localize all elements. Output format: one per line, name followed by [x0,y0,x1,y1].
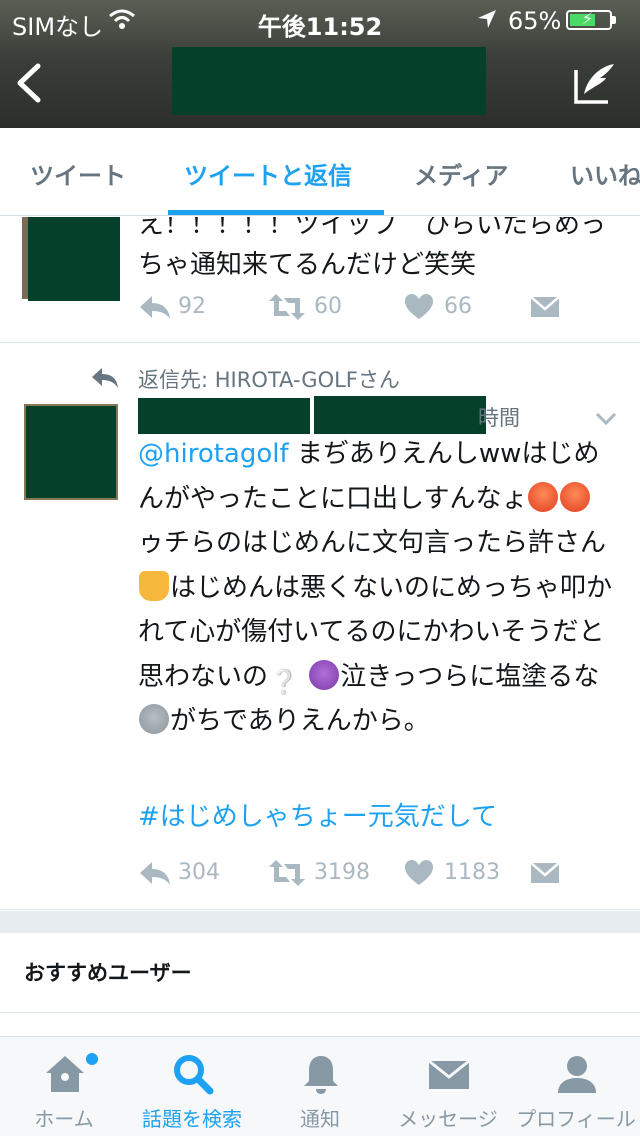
reply-count: 304 [178,860,220,885]
redacted-avatar[interactable] [26,406,116,498]
tab-likes[interactable]: いいね [570,156,640,191]
tab-bar-label: メッセージ [398,1107,498,1131]
tweet[interactable]: え！！！！！ツイップ ひらいたらめっ ちゃ通知来てるんだけど笑笑 92 60 6… [0,217,640,343]
alien-emoji-icon [139,704,169,734]
retweet-count: 3198 [314,860,370,885]
charging-bolt-icon: ⚡ [582,9,594,28]
reply-context[interactable]: 返信先: HIROTA-GOLFさん [138,364,400,394]
devil-emoji-icon [309,659,340,690]
tab-bar-profile[interactable]: プロフィール [512,1037,640,1136]
redacted-profile-name [172,47,486,115]
hashtag-link[interactable]: #はじめしゃちょー元気だして [138,796,497,833]
envelope-icon [530,296,560,317]
recommended-users-section: おすすめユーザー [0,933,640,1013]
tweet-text-part: がちでありえんから。 [170,706,430,736]
angry-face-emoji-icon [528,481,559,512]
envelope-icon [530,862,560,883]
envelope-icon [428,1059,470,1089]
tweet-text: え！！！！！ツイップ ひらいたらめっ ちゃ通知来てるんだけど笑笑 [138,217,618,285]
compose-tweet-button[interactable] [572,60,618,106]
like-count: 1183 [444,860,500,885]
tweet-timestamp: 時間 [478,406,520,430]
tab-tweets-and-replies[interactable]: ツイートと返信 [184,156,352,191]
tab-bar-notifications[interactable]: 通知 [256,1037,384,1136]
bottom-tab-bar: ホーム 話題を検索 通知 メッセージ プロフィール [0,1036,640,1136]
redacted-display-name[interactable] [138,398,310,434]
home-icon [46,1056,84,1092]
tab-media[interactable]: メディア [414,156,508,191]
tab-bar-label: プロフィール [516,1107,636,1131]
profile-header: SIMなし 午後11:52 65% ⚡ [0,0,640,128]
reply-icon [140,296,170,319]
tweet-text-line: え！！！！！ツイップ ひらいたらめっ [138,217,607,240]
battery-icon: ⚡ [566,9,612,30]
tab-bar-search[interactable]: 話題を検索 [128,1037,256,1136]
profile-icon [558,1056,596,1093]
tweet-text: @hirotagolf まぢありえんしwwはじめんがやったことに口出しすんなょゥ… [138,432,616,744]
profile-tabs: ツイート ツイートと返信 メディア いいね [0,128,640,216]
search-icon [174,1055,214,1095]
question-mark-emoji-icon: ❔ [269,667,299,696]
section-divider [0,911,640,933]
heart-icon [405,860,433,885]
reply-context-icon [92,368,118,388]
tweet-text-part: ゥチらのはじめんに文句言ったら許さん [138,528,607,558]
heart-icon [405,294,433,319]
bell-icon [304,1056,338,1094]
tweet-actions: 304 3198 1183 [138,854,598,894]
app-screen: SIMなし 午後11:52 65% ⚡ ツイート ツイートと返信 メディア いい… [0,0,640,1136]
battery-tip [612,16,616,24]
tweet-actions: 92 60 66 [138,288,598,328]
tab-bar-home[interactable]: ホーム [0,1037,128,1136]
notification-dot [86,1053,98,1065]
thumbs-down-emoji-icon [139,570,169,601]
tab-bar-label: 通知 [300,1107,340,1131]
chevron-down-icon[interactable] [594,410,618,428]
angry-face-emoji-icon [560,481,591,512]
retweet-icon [269,294,305,320]
tweet-text-line: ちゃ通知来てるんだけど笑笑 [138,250,477,280]
tweet[interactable]: 返信先: HIROTA-GOLFさん 時間 @hirotagolf まぢありえん… [0,344,640,910]
reply-icon [140,862,170,885]
active-tab-indicator [168,210,384,215]
tab-tweets[interactable]: ツイート [30,156,126,191]
back-button[interactable] [10,60,50,106]
redacted-avatar[interactable] [28,217,120,301]
tab-bar-label: ホーム [34,1107,94,1131]
reply-count: 92 [178,294,206,319]
like-count: 66 [444,294,472,319]
mention-link[interactable]: @hirotagolf [138,439,289,469]
section-title: おすすめユーザー [24,961,192,985]
status-bar: SIMなし 午後11:52 65% ⚡ [0,0,640,41]
location-arrow-icon [478,10,496,28]
battery-percent: 65% [508,7,562,35]
tab-bar-label: 話題を検索 [142,1107,242,1131]
retweet-icon [269,860,305,886]
tweet-text-part: 泣きっつらに塩塗るな [340,661,600,692]
retweet-count: 60 [314,294,342,319]
redacted-handle [314,396,486,434]
tab-bar-messages[interactable]: メッセージ [384,1037,512,1136]
